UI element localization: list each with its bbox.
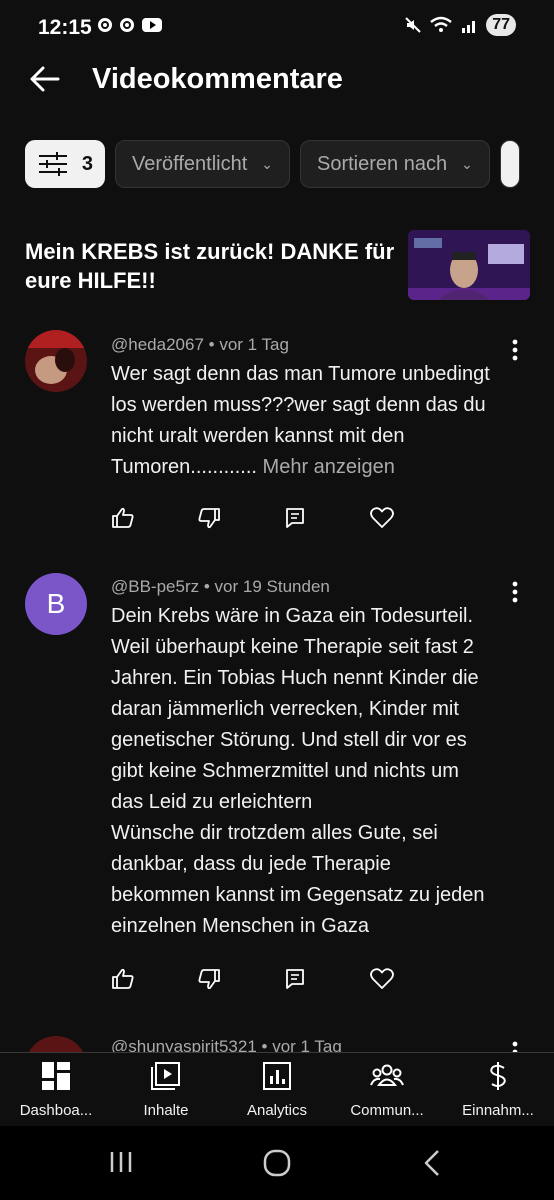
sort-chip[interactable]: Sortieren nach ⌄ xyxy=(300,140,490,188)
thumbs-up-icon xyxy=(112,968,134,989)
dislike-button[interactable] xyxy=(197,500,283,536)
dislike-button[interactable] xyxy=(197,961,283,997)
nav-label: Inhalte xyxy=(143,1102,189,1119)
like-button[interactable] xyxy=(111,961,197,997)
status-bar: 12:15 77 xyxy=(0,0,554,56)
comment-actions xyxy=(111,500,455,536)
back-arrow-icon[interactable] xyxy=(28,62,62,96)
comment-line: Dein Krebs wäre in Gaza ein Todesurteil. xyxy=(111,605,474,627)
filter-button[interactable]: 3 xyxy=(25,140,105,188)
reply-icon xyxy=(286,969,304,989)
more-options-icon[interactable] xyxy=(509,1040,521,1052)
comment-item: @shunyaspirit5321 • vor 1 Tag xyxy=(0,1030,554,1052)
community-icon xyxy=(370,1064,404,1086)
reply-button[interactable] xyxy=(283,961,369,997)
back-icon[interactable] xyxy=(420,1148,444,1178)
nav-label: Commun... xyxy=(350,1102,424,1119)
sort-chip-label: Sortieren nach xyxy=(317,152,448,175)
heart-icon xyxy=(370,968,394,989)
home-icon[interactable] xyxy=(262,1148,292,1178)
signal-icon xyxy=(462,21,476,33)
video-thumbnail[interactable] xyxy=(408,230,530,300)
wifi-icon xyxy=(430,16,452,32)
battery-indicator: 77 xyxy=(486,14,516,36)
filter-count: 3 xyxy=(81,152,93,175)
comment-meta: @shunyaspirit5321 • vor 1 Tag xyxy=(111,1037,342,1052)
comment-text: Dein Krebs wäre in Gaza ein Todesurteil.… xyxy=(111,601,531,942)
system-icons: 77 xyxy=(404,14,516,36)
nav-item-analytics[interactable]: Analytics xyxy=(222,1061,332,1119)
heart-icon xyxy=(370,507,394,528)
next-chip[interactable] xyxy=(499,140,520,188)
chevron-down-icon: ⌄ xyxy=(461,155,473,172)
avatar-letter: B xyxy=(46,588,66,619)
reply-button[interactable] xyxy=(283,500,369,536)
comment-meta: @BB-pe5rz • vor 19 Stunden xyxy=(111,577,330,596)
nav-label: Einnahm... xyxy=(462,1102,534,1119)
comment-author[interactable]: @BB-pe5rz xyxy=(111,577,199,596)
comment-line: daran jämmerlich verrecken, Kinder mit xyxy=(111,698,459,720)
thumbnail-image xyxy=(408,230,530,300)
comment-age: vor 19 Stunden xyxy=(214,577,330,596)
app-bar: Videokommentare xyxy=(0,56,554,104)
mute-icon xyxy=(405,17,421,33)
filter-chip-bar: 3 Veröffentlicht ⌄ Sortieren nach ⌄ xyxy=(25,140,520,188)
bottom-navigation: Dashboa... Inhalte Analytics Commun... E… xyxy=(0,1052,554,1127)
chevron-down-icon: ⌄ xyxy=(261,155,273,172)
heart-button[interactable] xyxy=(369,961,455,997)
system-navigation-bar xyxy=(0,1126,554,1200)
comment-age: vor 1 Tag xyxy=(272,1037,342,1052)
nav-item-dashboard[interactable]: Dashboa... xyxy=(1,1061,111,1119)
comment-author[interactable]: @shunyaspirit5321 xyxy=(111,1037,257,1052)
avatar[interactable] xyxy=(25,330,87,392)
comment-line: Jahren. Ein Tobias Huch nennt Kinder die xyxy=(111,667,479,689)
avatar-image xyxy=(25,330,87,392)
page-title: Videokommentare xyxy=(92,63,343,95)
nav-item-earnings[interactable]: Einnahm... xyxy=(443,1061,553,1119)
comment-age: vor 1 Tag xyxy=(219,335,289,354)
thumbs-down-icon xyxy=(198,969,220,990)
comment-line: Weil überhaupt keine Therapie seit fast … xyxy=(111,636,474,658)
published-chip-label: Veröffentlicht xyxy=(132,152,248,175)
nav-item-content[interactable]: Inhalte xyxy=(111,1061,221,1119)
like-button[interactable] xyxy=(111,500,197,536)
avatar[interactable]: B xyxy=(25,573,87,635)
filter-sliders-icon xyxy=(39,152,67,176)
published-chip[interactable]: Veröffentlicht ⌄ xyxy=(115,140,290,188)
chrome-icon xyxy=(98,18,112,32)
status-time: 12:15 xyxy=(38,16,92,39)
chrome-icon-2 xyxy=(120,18,134,32)
comment-line: einzelnen Menschen in Gaza xyxy=(111,915,369,937)
comment-text: Wer sagt denn das man Tumore unbedingt l… xyxy=(111,359,516,483)
thumbs-up-icon xyxy=(112,507,134,528)
nav-label: Analytics xyxy=(246,1102,308,1119)
comment-line: bekommen kannst im Gegensatz zu jeden xyxy=(111,884,485,906)
comment-line: dankbar, dass du jede Therapie xyxy=(111,853,391,875)
earnings-icon xyxy=(490,1062,506,1090)
youtube-icon xyxy=(142,18,162,32)
analytics-icon xyxy=(263,1062,291,1090)
notification-icons xyxy=(98,18,162,32)
reply-icon xyxy=(286,508,304,528)
recent-apps-icon[interactable] xyxy=(108,1148,136,1176)
comment-line: genetischer Störung. Und stell dir vor e… xyxy=(111,729,467,751)
nav-item-community[interactable]: Commun... xyxy=(332,1061,442,1119)
nav-label: Dashboa... xyxy=(19,1102,93,1119)
show-more-link[interactable]: Mehr anzeigen xyxy=(263,456,395,478)
comment-line: Wünsche dir trotzdem alles Gute, sei xyxy=(111,822,438,844)
content-icon xyxy=(151,1062,180,1090)
dashboard-icon xyxy=(42,1062,70,1090)
comment-line: gibt keine Schmerzmittel und nichts um xyxy=(111,760,459,782)
avatar[interactable] xyxy=(25,1036,87,1052)
comment-actions xyxy=(111,961,455,997)
comment-line: das Leid zu erleichtern xyxy=(111,791,313,813)
video-title: Mein KREBS ist zurück! DANKE für eure HI… xyxy=(25,239,395,293)
heart-button[interactable] xyxy=(369,500,455,536)
thumbs-down-icon xyxy=(198,508,220,529)
comment-meta: @heda2067 • vor 1 Tag xyxy=(111,335,289,354)
comment-author[interactable]: @heda2067 xyxy=(111,335,204,354)
